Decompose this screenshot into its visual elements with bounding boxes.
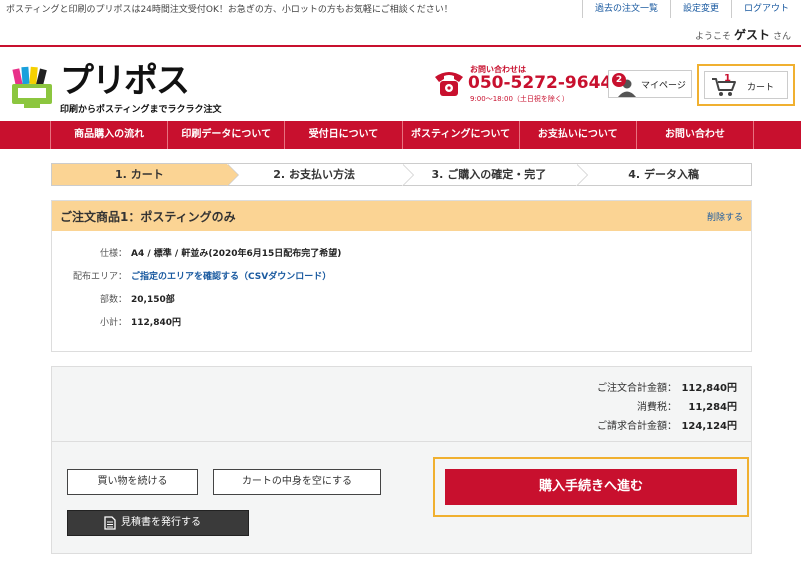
- top-links: 過去の注文一覧 設定変更 ログアウト: [581, 0, 801, 18]
- nav-item-print-data[interactable]: 印刷データについて: [167, 121, 284, 149]
- logo-mark-icon: [12, 66, 52, 108]
- continue-shopping-button[interactable]: 買い物を続ける: [67, 469, 198, 495]
- issue-quote-button[interactable]: 見積書を発行する: [67, 510, 249, 536]
- delete-item-link[interactable]: 削除する: [707, 210, 743, 223]
- mypage-button[interactable]: 2 マイページ: [608, 70, 692, 98]
- summary-divider: [52, 441, 751, 442]
- total-order: ご注文合計金額： 112,840円: [477, 379, 737, 398]
- total-value: 124,124円: [681, 421, 737, 432]
- welcome-suffix: さん: [772, 32, 791, 42]
- contact-info: お問い合わせは 050-5272-9644 9:00〜18:00（土日祝を除く）: [432, 64, 612, 104]
- detail-subtotal: 小計： 112,840円: [52, 315, 751, 331]
- step-payment: 2. お支払い方法: [227, 164, 414, 186]
- document-icon: [104, 516, 116, 530]
- step-label: 4. データ入稿: [628, 168, 699, 181]
- detail-area: 配布エリア： ご指定のエリアを確認する（CSVダウンロード）: [52, 269, 751, 285]
- detail-value: 112,840円: [131, 318, 181, 328]
- step-arrow: [401, 164, 413, 186]
- total-value: 112,840円: [681, 383, 737, 394]
- checkout-highlight: 購入手続きへ進む: [433, 457, 749, 517]
- total-value: 11,284円: [688, 402, 737, 413]
- issue-quote-label: 見積書を発行する: [121, 517, 201, 528]
- nav-item-posting[interactable]: ポスティングについて: [401, 121, 519, 149]
- total-key: ご注文合計金額：: [597, 383, 677, 394]
- total-billing: ご請求合計金額： 124,124円: [477, 417, 737, 436]
- user-name: ゲスト: [733, 28, 770, 42]
- order-item: ご注文商品1：ポスティングのみ 削除する 仕様： A4 / 標準 / 軒並み(2…: [51, 200, 752, 352]
- nav-item-purchase-flow[interactable]: 商品購入の流れ: [50, 121, 167, 149]
- step-label: 1. カート: [115, 168, 164, 181]
- order-item-header: ご注文商品1：ポスティングのみ 削除する: [52, 201, 751, 231]
- detail-copies: 部数： 20,150部: [52, 292, 751, 308]
- detail-key: 部数：: [99, 295, 127, 305]
- nav-item-payment[interactable]: お支払いについて: [518, 121, 636, 149]
- business-hours: 9:00〜18:00（土日祝を除く）: [470, 95, 569, 103]
- total-key: 消費税：: [637, 402, 677, 413]
- step-arrow: [226, 164, 238, 186]
- phone-number[interactable]: 050-5272-9644: [468, 73, 612, 93]
- detail-key: 仕様：: [99, 249, 127, 259]
- totals: ご注文合計金額： 112,840円 消費税： 11,284円 ご請求合計金額： …: [477, 379, 737, 436]
- detail-spec: 仕様： A4 / 標準 / 軒並み(2020年6月15日配布完了希望): [52, 246, 751, 262]
- cart-button[interactable]: 1 カート: [704, 71, 788, 99]
- logo-name: プリポス: [60, 61, 190, 101]
- total-tax: 消費税： 11,284円: [477, 398, 737, 417]
- cart-highlight: 1 カート: [697, 64, 795, 106]
- detail-key: 配布エリア：: [72, 272, 127, 282]
- step-label: 3. ご購入の確定・完了: [431, 168, 547, 181]
- nav-item-reception-date[interactable]: 受付日について: [284, 121, 401, 149]
- detail-key: 小計：: [99, 318, 127, 328]
- detail-value: 20,150部: [131, 295, 175, 305]
- cart-count: 1: [724, 73, 731, 84]
- checkout-button[interactable]: 購入手続きへ進む: [445, 469, 737, 505]
- order-history-link[interactable]: 過去の注文一覧: [581, 0, 670, 18]
- step-data-upload: 4. データ入稿: [576, 164, 751, 185]
- top-notice: ポスティングと印刷のプリポスは24時間注文受付OK！お急ぎの方、小ロットの方もお…: [6, 5, 453, 15]
- welcome-message: ようこそ ゲスト さん: [695, 26, 791, 43]
- step-label: 2. お支払い方法: [273, 168, 355, 181]
- total-key: ご請求合計金額：: [597, 421, 677, 432]
- cart-label: カート: [747, 83, 775, 93]
- logo-tagline: 印刷からポスティングまでラクラク注文: [60, 105, 222, 115]
- order-item-title: ご注文商品1：ポスティングのみ: [60, 210, 236, 224]
- logout-link[interactable]: ログアウト: [730, 0, 801, 18]
- top-bar: ポスティングと印刷のプリポスは24時間注文受付OK！お急ぎの方、小ロットの方もお…: [0, 0, 801, 22]
- nav-item-contact[interactable]: お問い合わせ: [635, 121, 755, 149]
- welcome-prefix: ようこそ: [694, 32, 731, 42]
- site-logo[interactable]: プリポス 印刷からポスティングまでラクラク注文: [10, 62, 225, 116]
- step-confirm: 3. ご購入の確定・完了: [402, 164, 589, 186]
- step-arrow: [576, 164, 588, 186]
- order-summary: ご注文合計金額： 112,840円 消費税： 11,284円 ご請求合計金額： …: [51, 366, 752, 554]
- settings-link[interactable]: 設定変更: [669, 0, 731, 18]
- empty-cart-button[interactable]: カートの中身を空にする: [213, 469, 381, 495]
- step-cart: 1. カート: [52, 164, 239, 186]
- mypage-label: マイページ: [641, 81, 686, 91]
- main-nav: 商品購入の流れ 印刷データについて 受付日について ポスティングについて お支払…: [0, 121, 801, 149]
- header-divider: [0, 45, 801, 47]
- area-csv-link[interactable]: ご指定のエリアを確認する（CSVダウンロード）: [131, 269, 331, 282]
- phone-icon: [435, 72, 463, 96]
- mypage-badge: 2: [612, 73, 626, 87]
- checkout-steps: 1. カート 2. お支払い方法 3. ご購入の確定・完了 4. データ入稿: [51, 163, 752, 186]
- detail-value: A4 / 標準 / 軒並み(2020年6月15日配布完了希望): [131, 249, 342, 259]
